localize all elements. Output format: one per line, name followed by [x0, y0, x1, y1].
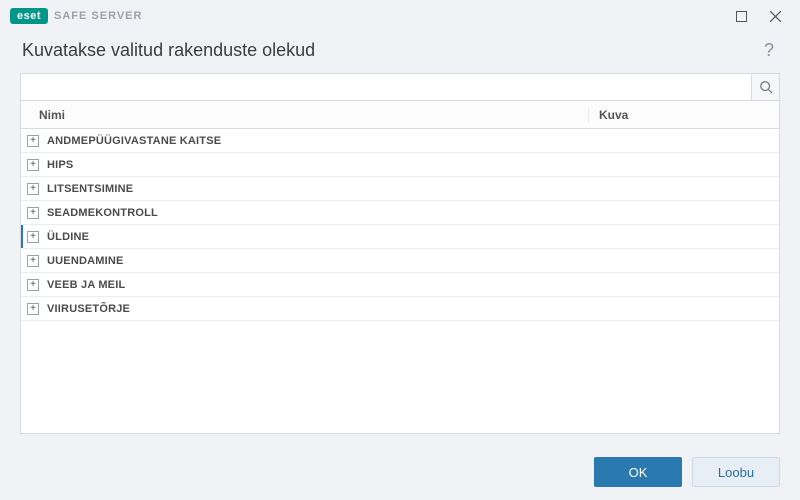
- table-row[interactable]: + ÜLDINE: [21, 225, 779, 249]
- window-maximize-button[interactable]: [724, 3, 758, 29]
- tree-table: Nimi Kuva + ANDMEPÜÜGIVASTANE KAITSE + HIPS…: [20, 101, 780, 434]
- table-row[interactable]: + VIIRUSETÕRJE: [21, 297, 779, 321]
- close-icon: [770, 11, 781, 22]
- expand-icon[interactable]: +: [27, 207, 39, 219]
- row-label: SEADMEKONTROLL: [47, 207, 158, 219]
- window-close-button[interactable]: [758, 3, 792, 29]
- page-title: Kuvatakse valitud rakenduste olekud: [22, 40, 760, 61]
- row-label: VEEB JA MEIL: [47, 279, 125, 291]
- cell-name: + ANDMEPÜÜGIVASTANE KAITSE: [21, 135, 589, 147]
- expand-icon[interactable]: +: [27, 279, 39, 291]
- cell-name: + VIIRUSETÕRJE: [21, 303, 589, 315]
- row-label: LITSENTSIMINE: [47, 183, 133, 195]
- brand-badge: eset: [10, 8, 48, 24]
- content-area: Nimi Kuva + ANDMEPÜÜGIVASTANE KAITSE + HIPS…: [0, 73, 800, 444]
- brand-product: SAFE SERVER: [54, 10, 142, 22]
- row-label: HIPS: [47, 159, 73, 171]
- table-body: + ANDMEPÜÜGIVASTANE KAITSE + HIPS + LITSENTSI…: [21, 129, 779, 433]
- dialog-footer: OK Loobu: [0, 444, 800, 500]
- ok-button[interactable]: OK: [594, 457, 682, 487]
- expand-icon[interactable]: +: [27, 159, 39, 171]
- cell-name: + HIPS: [21, 159, 589, 171]
- row-label: ANDMEPÜÜGIVASTANE KAITSE: [47, 135, 221, 147]
- table-row[interactable]: + SEADMEKONTROLL: [21, 201, 779, 225]
- cell-name: + LITSENTSIMINE: [21, 183, 589, 195]
- header: Kuvatakse valitud rakenduste olekud ?: [0, 32, 800, 73]
- expand-icon[interactable]: +: [27, 255, 39, 267]
- cell-name: + VEEB JA MEIL: [21, 279, 589, 291]
- table-row[interactable]: + LITSENTSIMINE: [21, 177, 779, 201]
- column-header-name[interactable]: Nimi: [21, 108, 589, 122]
- dialog-window: eset SAFE SERVER Kuvatakse valitud raken…: [0, 0, 800, 500]
- table-row[interactable]: + UUENDAMINE: [21, 249, 779, 273]
- row-label: VIIRUSETÕRJE: [47, 303, 130, 315]
- table-row[interactable]: + HIPS: [21, 153, 779, 177]
- cell-name: + UUENDAMINE: [21, 255, 589, 267]
- table-row[interactable]: + VEEB JA MEIL: [21, 273, 779, 297]
- expand-icon[interactable]: +: [27, 231, 39, 243]
- column-header-kuva[interactable]: Kuva: [589, 108, 779, 122]
- titlebar: eset SAFE SERVER: [0, 0, 800, 32]
- expand-icon[interactable]: +: [27, 303, 39, 315]
- cell-name: + SEADMEKONTROLL: [21, 207, 589, 219]
- search-icon: [759, 80, 773, 94]
- row-label: UUENDAMINE: [47, 255, 124, 267]
- cancel-button[interactable]: Loobu: [692, 457, 780, 487]
- help-button[interactable]: ?: [760, 38, 778, 63]
- search-input[interactable]: [21, 74, 751, 100]
- table-row[interactable]: + ANDMEPÜÜGIVASTANE KAITSE: [21, 129, 779, 153]
- cell-name: + ÜLDINE: [21, 231, 589, 243]
- search-button[interactable]: [751, 74, 779, 100]
- table-header: Nimi Kuva: [21, 101, 779, 129]
- expand-icon[interactable]: +: [27, 183, 39, 195]
- expand-icon[interactable]: +: [27, 135, 39, 147]
- maximize-icon: [736, 11, 747, 22]
- search-bar: [20, 73, 780, 101]
- row-label: ÜLDINE: [47, 231, 89, 243]
